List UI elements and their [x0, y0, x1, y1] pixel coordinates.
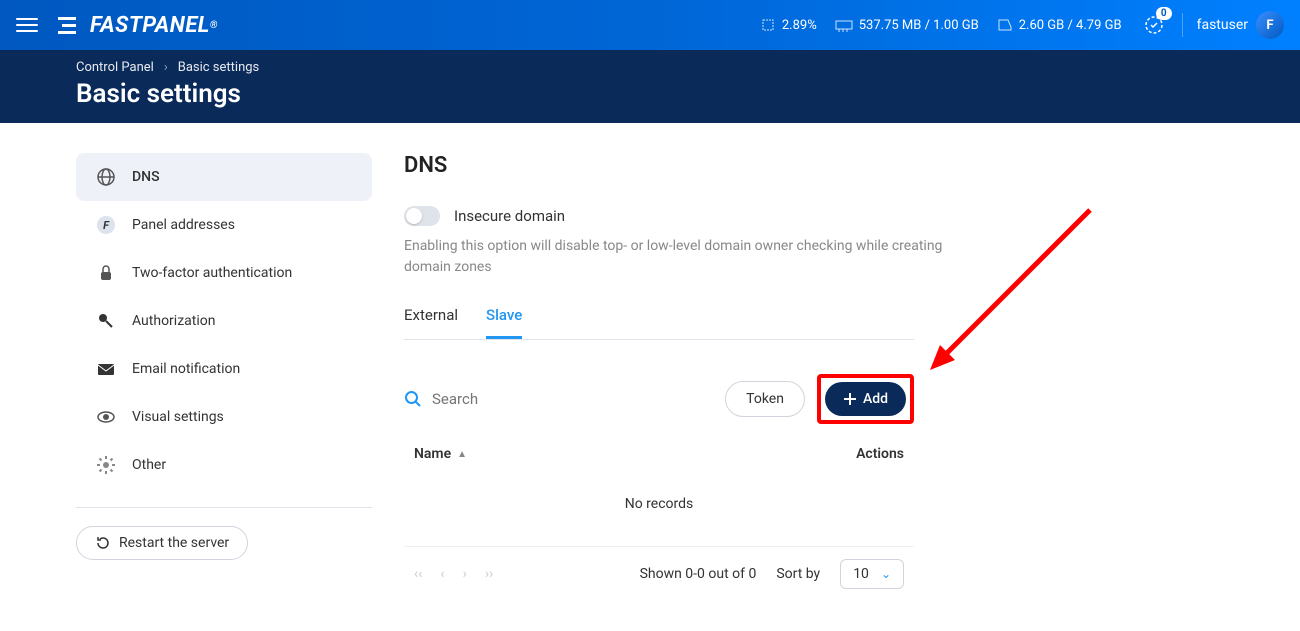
eye-icon	[96, 407, 116, 427]
sidebar-item-other[interactable]: Other	[76, 441, 372, 489]
main-panel: DNS Insecure domain Enabling this option…	[404, 153, 1224, 601]
sidebar: DNS F Panel addresses Two-factor authent…	[76, 153, 372, 601]
lock-icon	[96, 263, 116, 283]
toggle-label: Insecure domain	[454, 207, 565, 225]
breadcrumb-current: Basic settings	[178, 60, 260, 75]
no-records-message: No records	[404, 462, 914, 546]
divider	[76, 507, 372, 508]
notif-badge: 0	[1156, 7, 1172, 20]
cpu-stat: 2.89%	[760, 17, 817, 33]
table-footer: ‹‹ ‹ › ›› Shown 0-0 out of 0 Sort by 10 …	[404, 546, 914, 601]
pager-last[interactable]: ››	[485, 566, 493, 582]
sidebar-item-visual[interactable]: Visual settings	[76, 393, 372, 441]
mail-icon	[96, 359, 116, 379]
page-title: Basic settings	[76, 79, 1224, 109]
sidebar-item-email[interactable]: Email notification	[76, 345, 372, 393]
sidebar-item-label: Two-factor authentication	[132, 265, 292, 281]
pager: ‹‹ ‹ › ››	[414, 566, 493, 582]
gear-icon	[96, 455, 116, 475]
subheader: Control Panel › Basic settings Basic set…	[0, 50, 1300, 123]
sidebar-item-label: Email notification	[132, 361, 240, 377]
sidebar-item-panel-addresses[interactable]: F Panel addresses	[76, 201, 372, 249]
restart-server-button[interactable]: Restart the server	[76, 526, 248, 560]
toggle-description: Enabling this option will disable top- o…	[404, 236, 944, 278]
restart-icon	[95, 535, 111, 551]
annotation-highlight: Add	[817, 374, 914, 424]
sort-asc-icon: ▲	[457, 449, 467, 460]
insecure-domain-toggle[interactable]	[404, 206, 440, 226]
sidebar-item-authorization[interactable]: Authorization	[76, 297, 372, 345]
token-button[interactable]: Token	[725, 381, 805, 417]
search-box	[404, 390, 713, 408]
sidebar-item-label: Visual settings	[132, 409, 224, 425]
notifications-button[interactable]: 0	[1140, 11, 1168, 39]
menu-toggle-button[interactable]	[16, 18, 38, 32]
chevron-down-icon: ⌄	[881, 567, 891, 581]
column-name[interactable]: Name ▲	[414, 446, 467, 462]
column-actions: Actions	[856, 446, 904, 462]
sidebar-item-label: Authorization	[132, 313, 215, 329]
pager-prev[interactable]: ‹	[440, 566, 444, 582]
topbar: FASTPANEL® 2.89% 537.75 MB / 1.00 GB 2.6…	[0, 0, 1300, 50]
ram-stat: 537.75 MB / 1.00 GB	[835, 18, 979, 33]
table-header: Name ▲ Actions	[404, 446, 914, 462]
add-button[interactable]: Add	[825, 382, 906, 416]
avatar: F	[1256, 11, 1284, 39]
sidebar-item-label: DNS	[132, 169, 160, 185]
tab-external[interactable]: External	[404, 306, 458, 339]
key-icon	[96, 311, 116, 331]
disk-icon	[997, 17, 1013, 33]
sidebar-item-2fa[interactable]: Two-factor authentication	[76, 249, 372, 297]
search-icon	[404, 390, 422, 408]
sidebar-item-label: Other	[132, 457, 166, 473]
shown-count: Shown 0-0 out of 0	[640, 566, 757, 582]
search-input[interactable]	[432, 390, 713, 408]
cpu-icon	[760, 17, 776, 33]
brand-logo[interactable]: FASTPANEL®	[58, 13, 218, 38]
globe-icon	[96, 167, 116, 187]
sidebar-item-label: Panel addresses	[132, 217, 235, 233]
pager-next[interactable]: ›	[463, 566, 467, 582]
user-menu[interactable]: fastuser F	[1197, 11, 1284, 39]
pager-first[interactable]: ‹‹	[414, 566, 422, 582]
ram-icon	[835, 18, 853, 32]
tab-slave[interactable]: Slave	[486, 306, 522, 339]
logo-icon	[58, 15, 84, 35]
sidebar-item-dns[interactable]: DNS	[76, 153, 372, 201]
panel-icon: F	[96, 215, 116, 235]
disk-stat: 2.60 GB / 4.79 GB	[997, 17, 1122, 33]
dns-tabs: External Slave	[404, 306, 914, 340]
sortby-label: Sort by	[776, 566, 820, 582]
chevron-right-icon: ›	[164, 60, 168, 75]
page-size-select[interactable]: 10 ⌄	[840, 559, 904, 589]
username: fastuser	[1197, 17, 1248, 33]
plus-icon	[843, 392, 857, 406]
breadcrumb: Control Panel › Basic settings	[76, 60, 1224, 75]
breadcrumb-root[interactable]: Control Panel	[76, 60, 154, 75]
divider	[1182, 13, 1183, 37]
section-title: DNS	[404, 153, 1224, 178]
